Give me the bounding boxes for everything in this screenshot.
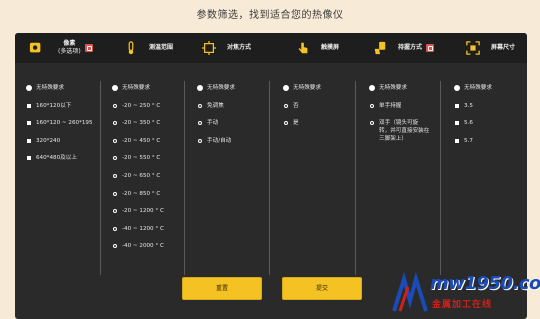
option-screen-3-5[interactable]: 3.5 bbox=[455, 102, 473, 110]
handheld-icon bbox=[372, 40, 388, 56]
option-temp-1200[interactable]: -20 ~ 1200 ° C bbox=[113, 207, 164, 215]
option-temp-650[interactable]: -20 ~ 650 ° C bbox=[113, 172, 160, 180]
watermark-emblem-icon bbox=[392, 271, 428, 312]
header-label: 触摸屏 bbox=[321, 44, 340, 51]
header-touchscreen[interactable]: 触摸屏 bbox=[295, 33, 339, 63]
option-pixels-160-260[interactable]: 160*120 ~ 260*195 bbox=[27, 119, 93, 127]
focus-icon bbox=[201, 40, 217, 56]
option-temp-neg40-2000[interactable]: -40 ~ 2000 ° C bbox=[113, 242, 164, 250]
column-divider bbox=[440, 81, 441, 275]
option-pixels-160-below[interactable]: 160*120以下 bbox=[27, 102, 71, 110]
header-grip[interactable]: 持握方式 bbox=[372, 33, 435, 63]
option-grip-any[interactable]: 无特殊要求 bbox=[370, 84, 407, 92]
option-temp-550[interactable]: -20 ~ 550 ° C bbox=[113, 154, 160, 162]
option-pixels-any[interactable]: 无特殊要求 bbox=[27, 84, 64, 92]
option-touch-no[interactable]: 否 bbox=[284, 102, 299, 110]
option-temp-250[interactable]: -20 ~ 250 ° C bbox=[113, 102, 160, 110]
option-pixels-320[interactable]: 320*240 bbox=[27, 137, 60, 145]
option-screen-5-6[interactable]: 5.6 bbox=[455, 119, 473, 127]
option-temp-450[interactable]: -20 ~ 450 ° C bbox=[113, 137, 160, 145]
header-label: 对焦方式 bbox=[227, 44, 252, 51]
submit-button[interactable]: 提交 bbox=[282, 277, 362, 300]
column-divider bbox=[355, 81, 356, 275]
option-pixels-640-above[interactable]: 640*480及以上 bbox=[27, 154, 77, 162]
option-temp-350[interactable]: -20 ~ 350 ° C bbox=[113, 119, 160, 127]
column-divider bbox=[184, 81, 185, 275]
pixel-icon bbox=[28, 40, 44, 56]
option-focus-free[interactable]: 免调焦 bbox=[198, 102, 224, 110]
header-pixels[interactable]: 像素 (多选项) bbox=[28, 33, 93, 63]
header-temp-range[interactable]: 测温范围 bbox=[123, 33, 173, 63]
reset-button[interactable]: 重置 bbox=[182, 277, 262, 300]
watermark-logo: mw1950.com 金属加工在线 bbox=[392, 271, 540, 317]
watermark-subtext: 金属加工在线 bbox=[432, 300, 493, 310]
header-label: 持握方式 bbox=[398, 44, 423, 51]
option-grip-two-hands[interactable]: 双手（镜头可旋 转，并可直接安装在 三脚架上） bbox=[370, 119, 429, 143]
help-icon[interactable] bbox=[426, 44, 435, 52]
column-divider bbox=[100, 81, 101, 275]
header-sublabel: (多选项) bbox=[58, 48, 81, 55]
option-touch-yes[interactable]: 是 bbox=[284, 119, 299, 127]
header-label: 像素 bbox=[63, 40, 76, 47]
option-temp-850[interactable]: -20 ~ 850 ° C bbox=[113, 190, 160, 198]
option-screen-5-7[interactable]: 5.7 bbox=[455, 137, 473, 145]
header-label: 测温范围 bbox=[149, 44, 174, 51]
thermometer-icon bbox=[123, 40, 139, 56]
header-focus[interactable]: 对焦方式 bbox=[201, 33, 251, 63]
filter-header: 像素 (多选项) 测温范围 对焦方式 触摸屏 持握方式 屏幕尺寸 bbox=[15, 33, 527, 63]
column-divider bbox=[269, 81, 270, 275]
option-grip-one-hand[interactable]: 单手持握 bbox=[370, 102, 401, 110]
option-focus-manual[interactable]: 手动 bbox=[198, 119, 218, 127]
option-touch-any[interactable]: 无特殊要求 bbox=[284, 84, 321, 92]
option-focus-manual-auto[interactable]: 手动/自动 bbox=[198, 137, 231, 145]
header-label: 屏幕尺寸 bbox=[491, 44, 516, 51]
screen-size-icon bbox=[465, 40, 481, 56]
header-screen-size[interactable]: 屏幕尺寸 bbox=[465, 33, 515, 63]
option-focus-any[interactable]: 无特殊要求 bbox=[198, 84, 235, 92]
option-temp-neg40-1200[interactable]: -40 ~ 1200 ° C bbox=[113, 225, 164, 233]
option-temp-any[interactable]: 无特殊要求 bbox=[113, 84, 150, 92]
option-screen-any[interactable]: 无特殊要求 bbox=[455, 84, 492, 92]
help-icon[interactable] bbox=[84, 44, 93, 52]
touch-icon bbox=[295, 40, 311, 56]
page-title: 参数筛选，找到适合您的热像仪 bbox=[196, 10, 344, 21]
watermark-text: mw1950.com bbox=[430, 273, 540, 294]
